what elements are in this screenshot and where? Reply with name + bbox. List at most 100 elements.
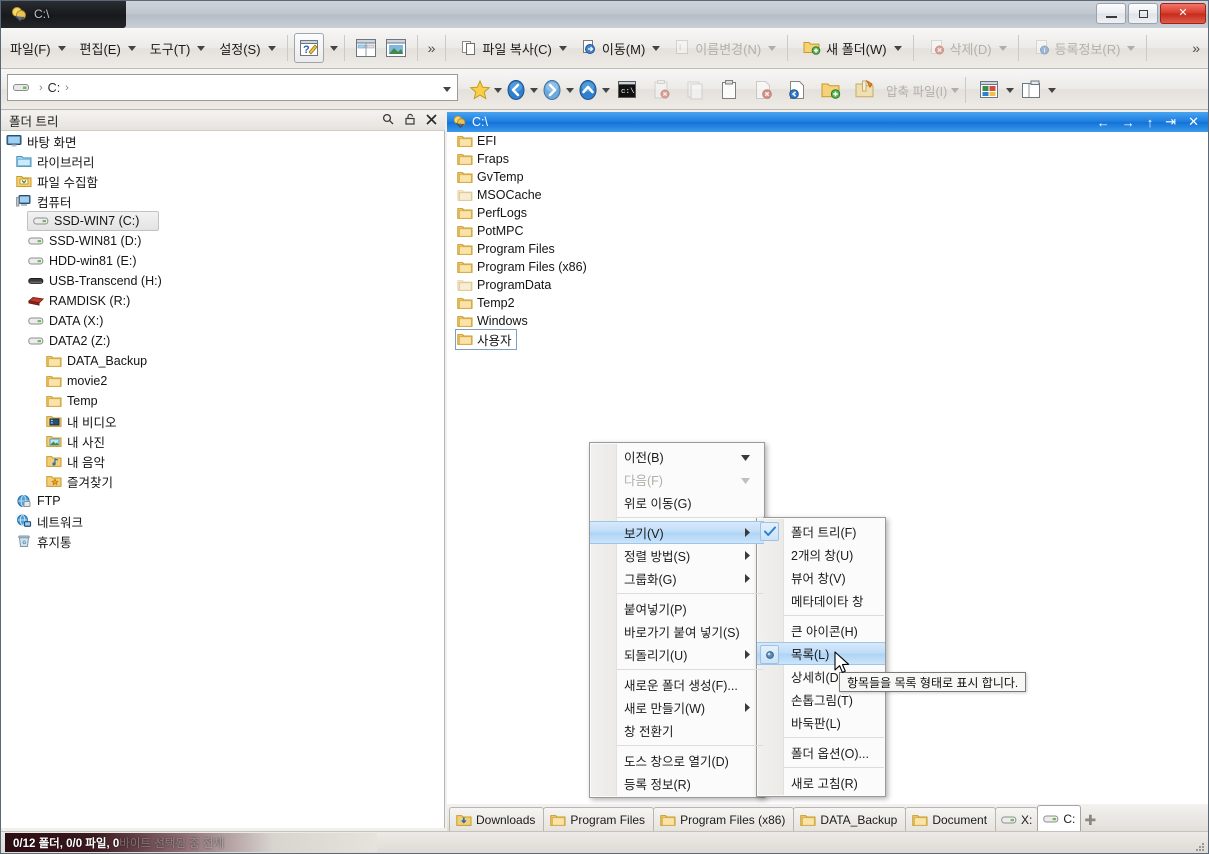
sub-tiles[interactable]: 바둑판(L) <box>757 711 885 734</box>
menu-tools[interactable]: 도구(T) <box>141 33 211 63</box>
tree-search-icon[interactable] <box>382 113 394 128</box>
file-list-item[interactable]: PerfLogs <box>447 204 1208 222</box>
help-edit-icon[interactable]: ? <box>293 33 324 63</box>
tree-node[interactable]: ♻ 휴지통 <box>1 531 444 551</box>
tree-node[interactable]: SSD-WIN7 (C:) <box>27 211 159 231</box>
sub-viewer-pane[interactable]: 뷰어 창(V) <box>757 566 885 589</box>
tree-node[interactable]: DATA2 (Z:) <box>1 331 444 351</box>
nav-up-icon[interactable]: ↑ <box>1147 115 1154 130</box>
folder-tab[interactable]: Downloads <box>449 807 545 831</box>
view-submenu[interactable]: 폴더 트리(F) 2개의 창(U) 뷰어 창(V) 메타데이타 창큰 아이콘(H) 목록… <box>756 517 886 797</box>
ctx-back[interactable]: 이전(B) <box>590 445 764 468</box>
chevron-down-icon[interactable] <box>1006 87 1015 93</box>
ctx-view[interactable]: 보기(V) <box>590 521 764 544</box>
sub-folder-tree[interactable]: 폴더 트리(F) <box>757 520 885 543</box>
tree-close-icon[interactable] <box>426 113 437 128</box>
address-dropdown-icon[interactable] <box>443 81 451 95</box>
tree-node[interactable]: DATA (X:) <box>1 311 444 331</box>
resize-grip-icon[interactable] <box>1194 841 1206 853</box>
tree-node[interactable]: HDD-win81 (E:) <box>1 251 444 271</box>
move-button[interactable]: 이동(M) <box>572 33 665 63</box>
sub-metadata-pane[interactable]: 메타데이타 창 <box>757 589 885 612</box>
up-icon[interactable] <box>574 75 602 105</box>
file-list-item[interactable]: Temp2 <box>447 294 1208 312</box>
menu-settings[interactable]: 설정(S) <box>210 33 280 63</box>
tree-node[interactable]: 라이브러리 <box>1 151 444 171</box>
folder-tab-strip[interactable]: Downloads Program Files Program Files (x86… <box>447 804 1208 831</box>
tree-node[interactable]: SSD-WIN81 (D:) <box>1 231 444 251</box>
paste-shortcut-icon[interactable] <box>780 75 814 105</box>
back-icon[interactable] <box>502 75 530 105</box>
layout-view-icon[interactable] <box>1014 75 1048 105</box>
file-list-item[interactable]: Program Files <box>447 240 1208 258</box>
viewer-pane-icon[interactable] <box>381 33 411 63</box>
folder-tree-panel[interactable]: 바탕 화면 라이브러리 파일 수집함 컴퓨터 SSD-WIN7 (C:) SSD-WIN8… <box>1 131 445 828</box>
tree-node[interactable]: 내 음악 <box>1 451 444 471</box>
file-list-item[interactable]: Windows <box>447 312 1208 330</box>
breadcrumb-segment-c[interactable]: C: <box>48 81 61 95</box>
address-bar[interactable]: › C: › <box>7 74 458 101</box>
sub-large-icons[interactable]: 큰 아이콘(H) <box>757 619 885 642</box>
ctx-new[interactable]: 새로 만들기(W) <box>590 696 764 719</box>
copy-file-button[interactable]: 파일 복사(C) <box>452 33 572 63</box>
tree-node[interactable]: movie2 <box>1 371 444 391</box>
tree-node[interactable]: 파일 수집함 <box>1 171 444 191</box>
chevron-down-icon[interactable] <box>494 87 502 93</box>
tree-node[interactable]: 네트워크 <box>1 511 444 531</box>
chevron-down-icon[interactable] <box>1048 87 1057 93</box>
new-folder-button[interactable]: 새 폴더(W) <box>794 33 906 63</box>
ctx-open-dos[interactable]: 도스 창으로 열기(D) <box>590 749 764 772</box>
nav-forward-icon[interactable]: → <box>1122 115 1135 130</box>
tree-node[interactable]: USB-Transcend (H:) <box>1 271 444 291</box>
ctx-paste[interactable]: 붙여넣기(P) <box>590 597 764 620</box>
folder-tab[interactable]: DATA_Backup <box>793 807 907 831</box>
sub-two-panes[interactable]: 2개의 창(U) <box>757 543 885 566</box>
folder-tab[interactable]: Program Files <box>543 807 655 831</box>
folder-tab[interactable]: Document <box>905 807 997 831</box>
sub-refresh[interactable]: 새로 고침(R) <box>757 771 885 794</box>
tree-unlock-icon[interactable] <box>404 113 416 128</box>
tree-node[interactable]: Temp <box>1 391 444 411</box>
ctx-properties[interactable]: 등록 정보(R) <box>590 772 764 795</box>
command-prompt-icon[interactable]: c:\ <box>610 75 644 105</box>
thumbnail-view-icon[interactable] <box>972 75 1006 105</box>
folder-tab[interactable]: Program Files (x86) <box>653 807 795 831</box>
menubar-overflow-right[interactable]: » <box>1188 40 1204 56</box>
file-list-item[interactable]: EFI <box>447 132 1208 150</box>
menu-edit[interactable]: 편집(E) <box>71 33 141 63</box>
chevron-down-icon[interactable] <box>566 87 574 93</box>
file-list-item[interactable]: GvTemp <box>447 168 1208 186</box>
file-list-item[interactable]: PotMPC <box>447 222 1208 240</box>
nav-newtab-icon[interactable]: ⇥ <box>1165 114 1176 130</box>
menubar-overflow-left[interactable]: » <box>424 40 440 56</box>
tree-node[interactable]: 내 사진 <box>1 431 444 451</box>
forward-icon[interactable] <box>538 75 566 105</box>
favorites-icon[interactable] <box>466 75 494 105</box>
maximize-button[interactable] <box>1128 3 1158 24</box>
ctx-window-switcher[interactable]: 창 전환기 <box>590 719 764 742</box>
file-list-item[interactable]: Fraps <box>447 150 1208 168</box>
folder-tab[interactable]: C: <box>1037 805 1082 831</box>
paste-icon[interactable] <box>712 75 746 105</box>
nav-back-icon[interactable]: ← <box>1097 115 1110 130</box>
ctx-new-folder[interactable]: 새로운 폴더 생성(F)... <box>590 673 764 696</box>
tree-node[interactable]: 컴퓨터 <box>1 191 444 211</box>
context-menu[interactable]: 이전(B) 다음(F) 위로 이동(G) 보기(V) 정렬 방법(S) 그룹화(G) 붙여넣… <box>589 442 765 798</box>
dual-pane-icon[interactable] <box>351 33 381 63</box>
nav-close-icon[interactable]: ✕ <box>1188 114 1199 130</box>
chevron-down-icon[interactable] <box>602 87 610 93</box>
tree-node[interactable]: 즐겨찾기 <box>1 471 444 491</box>
ctx-undo[interactable]: 되돌리기(U) <box>590 643 764 666</box>
sub-folder-options[interactable]: 폴더 옵션(O)... <box>757 741 885 764</box>
new-tab-button[interactable]: ✚ <box>1080 809 1100 831</box>
ctx-paste-shortcut[interactable]: 바로가기 붙여 넣기(S) <box>590 620 764 643</box>
tree-node[interactable]: DATA_Backup <box>1 351 444 371</box>
file-list-item[interactable]: Program Files (x86) <box>447 258 1208 276</box>
ctx-up[interactable]: 위로 이동(G) <box>590 491 764 514</box>
sub-list[interactable]: 목록(L) <box>757 642 885 665</box>
file-list-item[interactable]: ProgramData <box>447 276 1208 294</box>
new-folder2-icon[interactable] <box>814 75 848 105</box>
chevron-down-icon[interactable] <box>530 87 538 93</box>
ctx-group[interactable]: 그룹화(G) <box>590 567 764 590</box>
ctx-sort[interactable]: 정렬 방법(S) <box>590 544 764 567</box>
